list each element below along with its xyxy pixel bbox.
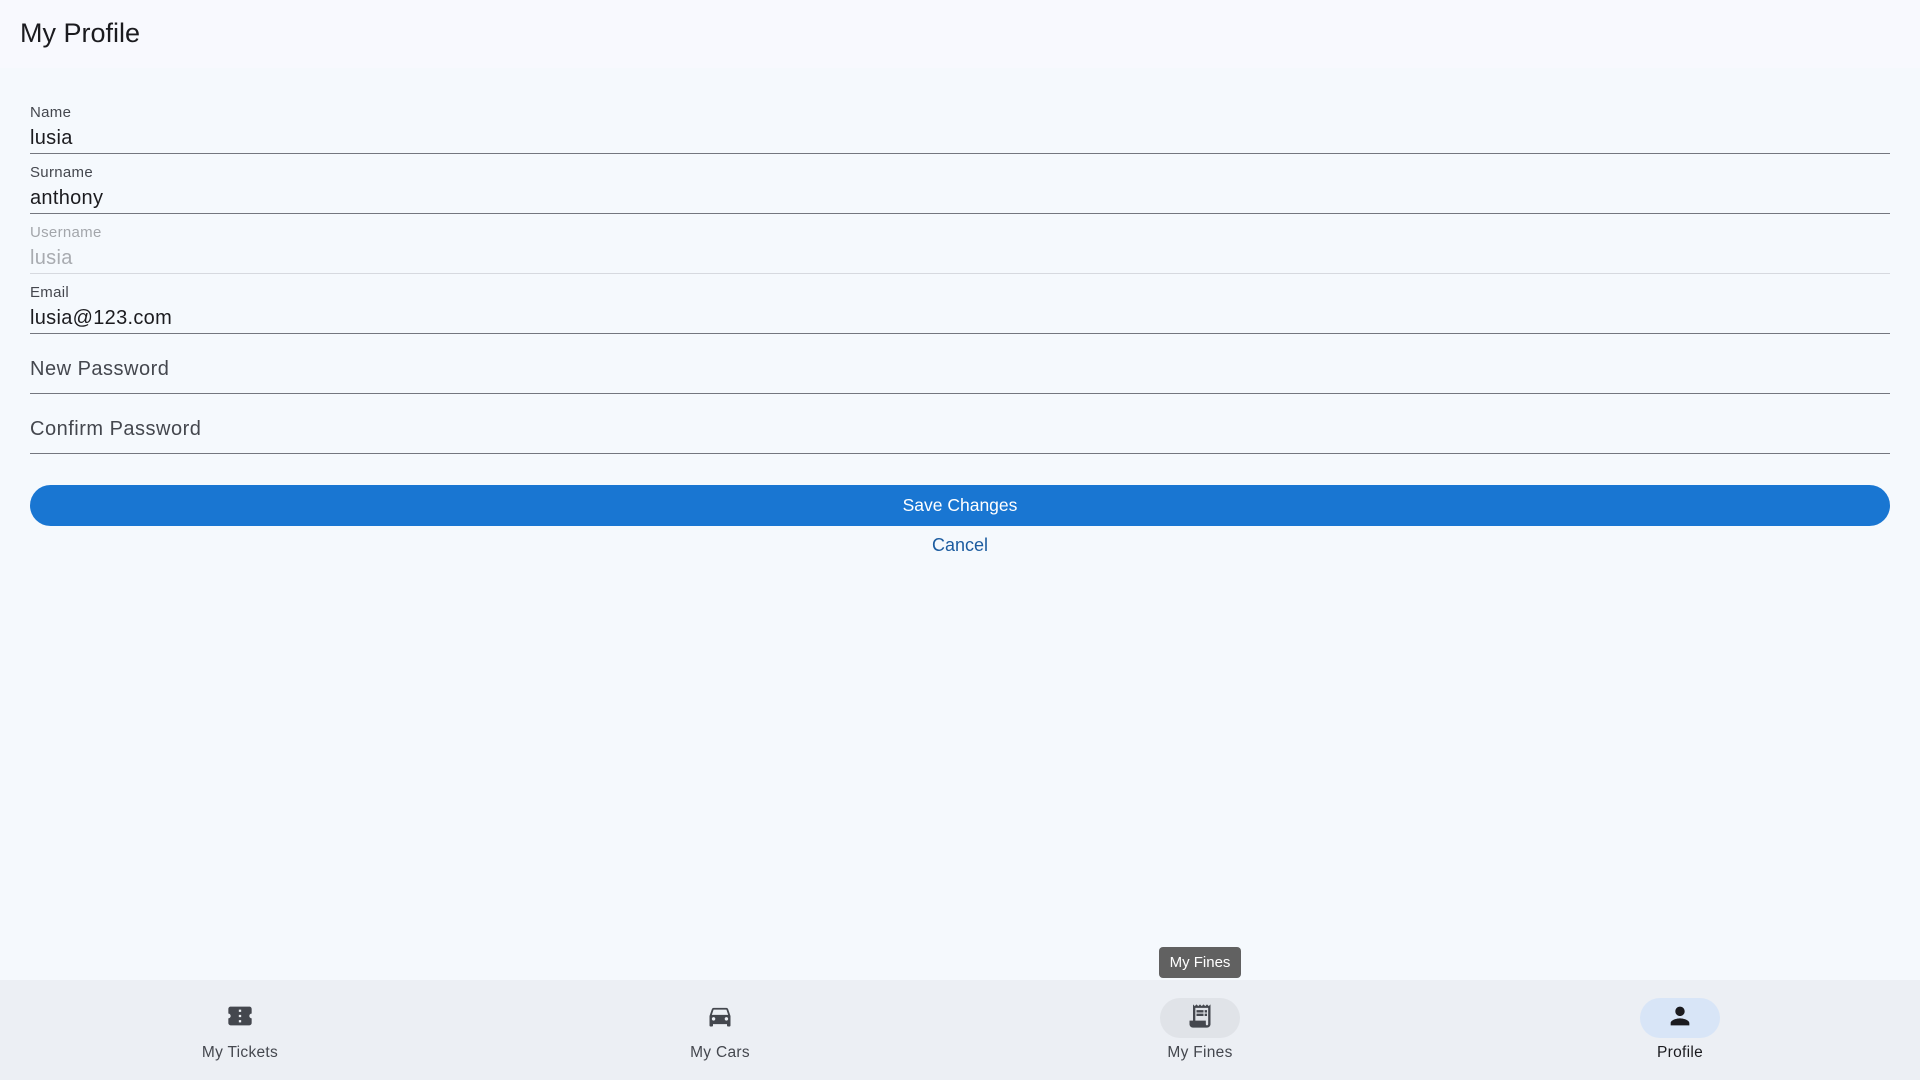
person-icon (1666, 1002, 1694, 1035)
nav-label-profile: Profile (1656, 1044, 1704, 1061)
receipt-icon (1186, 1002, 1214, 1035)
nav-tooltip: My Fines (1159, 947, 1241, 978)
surname-field[interactable]: Surname anthony (30, 154, 1890, 214)
nav-pill (1160, 998, 1240, 1038)
name-label: Name (30, 104, 72, 121)
email-value: lusia@123.com (30, 307, 173, 329)
name-field[interactable]: Name lusia (30, 94, 1890, 154)
save-changes-button[interactable]: Save Changes (30, 485, 1890, 526)
profile-form: Name lusia Surname anthony Username lusi… (30, 94, 1890, 454)
bottom-navigation: My Tickets My Cars My Fines Profile (0, 980, 1920, 1080)
confirm-password-field[interactable]: Confirm Password (30, 394, 1890, 454)
username-label: Username (30, 224, 102, 241)
page-title: My Profile (20, 18, 141, 48)
surname-value: anthony (30, 187, 104, 209)
email-field[interactable]: Email lusia@123.com (30, 274, 1890, 334)
confirm-password-placeholder: Confirm Password (30, 418, 202, 440)
new-password-field[interactable]: New Password (30, 334, 1890, 394)
surname-label: Surname (30, 164, 93, 181)
nav-item-my-fines[interactable]: My Fines (960, 980, 1440, 1080)
name-value: lusia (30, 127, 73, 149)
new-password-placeholder: New Password (30, 358, 170, 380)
nav-pill (200, 998, 280, 1038)
nav-pill (1640, 998, 1720, 1038)
app-bar: My Profile (0, 0, 1920, 68)
nav-pill (680, 998, 760, 1038)
car-icon (706, 1002, 734, 1035)
nav-label-my-fines: My Fines (1167, 1044, 1233, 1061)
nav-label-my-cars: My Cars (690, 1044, 750, 1061)
email-label: Email (30, 284, 70, 301)
username-field: Username lusia (30, 214, 1890, 274)
nav-item-profile[interactable]: Profile (1440, 980, 1920, 1080)
username-value: lusia (30, 247, 73, 269)
nav-label-my-tickets: My Tickets (201, 1044, 279, 1061)
cancel-button[interactable]: Cancel (880, 530, 1040, 560)
nav-item-my-tickets[interactable]: My Tickets (0, 980, 480, 1080)
nav-item-my-cars[interactable]: My Cars (480, 980, 960, 1080)
ticket-icon (226, 1002, 254, 1035)
